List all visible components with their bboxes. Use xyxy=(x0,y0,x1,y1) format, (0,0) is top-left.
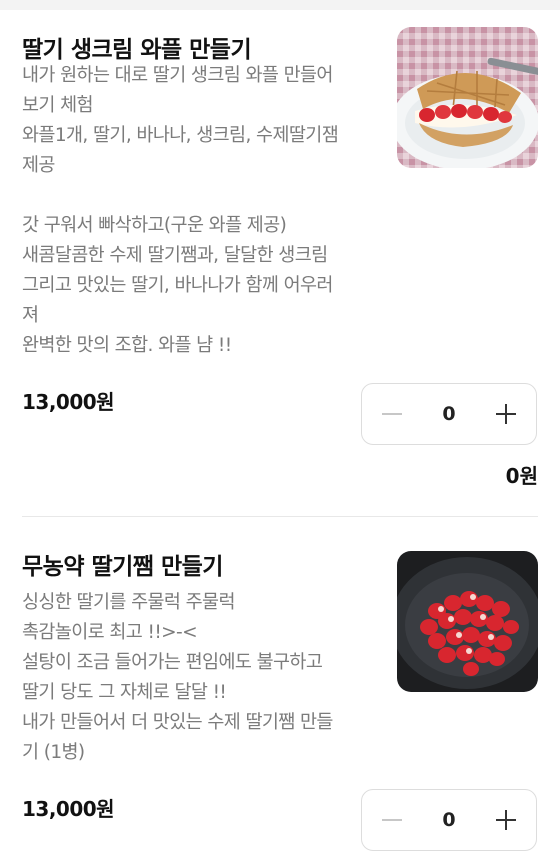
plus-icon xyxy=(496,404,516,424)
product-image[interactable] xyxy=(397,27,538,168)
quantity-stepper: 0 xyxy=(361,383,537,445)
decrease-button[interactable] xyxy=(364,384,420,444)
strawberries-photo xyxy=(397,551,538,692)
plus-icon xyxy=(496,810,516,830)
quantity-stepper: 0 xyxy=(361,789,537,851)
quantity-value: 0 xyxy=(442,403,456,425)
decrease-button[interactable] xyxy=(364,790,420,850)
product-description: 내가 원하는 대로 딸기 생크림 와플 만들어 보기 체험 와플1개, 딸기, … xyxy=(22,65,339,356)
waffle-photo xyxy=(397,27,538,168)
product-title: 딸기 생크림 와플 만들기 xyxy=(22,37,252,63)
product-title: 무농약 딸기쨈 만들기 xyxy=(22,554,223,580)
increase-button[interactable] xyxy=(478,790,534,850)
product-card: 무농약 딸기쨈 만들기 싱싱한 딸기를 주물럭 주물럭 촉감놀이로 최고 !!>… xyxy=(0,517,560,858)
increase-button[interactable] xyxy=(478,384,534,444)
product-price: 13,000원 xyxy=(22,390,115,414)
product-image[interactable] xyxy=(397,551,538,692)
quantity-value: 0 xyxy=(442,809,456,831)
product-description: 싱싱한 딸기를 주물럭 주물럭 촉감놀이로 최고 !!>-< 설탕이 조금 들어… xyxy=(22,592,333,763)
product-price: 13,000원 xyxy=(22,797,115,821)
product-card: 딸기 생크림 와플 만들기 내가 원하는 대로 딸기 생크림 와플 만들어 보기… xyxy=(0,10,560,516)
minus-icon xyxy=(382,413,402,415)
product-total: 0원 xyxy=(505,464,538,488)
top-divider xyxy=(0,0,560,10)
minus-icon xyxy=(382,819,402,821)
